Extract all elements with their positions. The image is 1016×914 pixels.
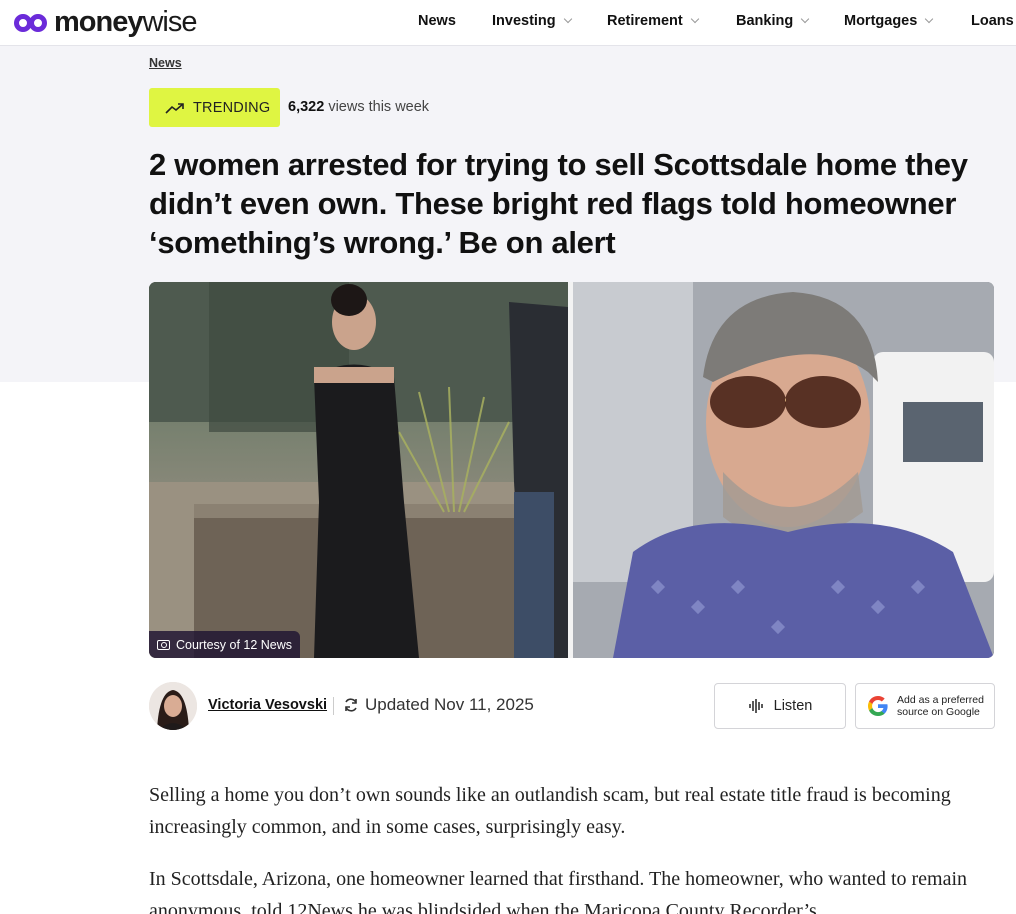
views-count: 6,322 views this week xyxy=(288,99,430,115)
body-paragraph: In Scottsdale, Arizona, one homeowner le… xyxy=(149,868,968,914)
nav-news[interactable]: News xyxy=(418,13,456,29)
refresh-icon xyxy=(345,698,357,712)
google-g-icon xyxy=(868,696,888,716)
suspect-photo xyxy=(149,282,568,658)
article-headline: 2 women arrested for trying to sell Scot… xyxy=(149,147,968,260)
photo-credit: Courtesy of 12 News xyxy=(149,631,301,658)
google-line1: Add as a preferred xyxy=(897,694,984,706)
body-paragraph: Selling a home you don’t own sounds like… xyxy=(149,784,951,838)
nav-investing[interactable]: Investing xyxy=(492,13,572,29)
nav-loans[interactable]: Loans xyxy=(971,13,1014,29)
google-preferred-source-button[interactable]: Add as a preferred source on Google xyxy=(855,683,995,729)
main-nav: News Investing Retirement Banking Mortga… xyxy=(0,0,1016,46)
chevron-down-icon xyxy=(800,14,810,24)
article-hero-image: Courtesy of 12 News xyxy=(149,282,994,658)
trending-label: TRENDING xyxy=(193,99,271,116)
site-header: moneywise News Investing Retirement Bank… xyxy=(0,0,1016,46)
trending-up-icon xyxy=(165,102,184,114)
breadcrumb-news[interactable]: News xyxy=(149,56,182,70)
listen-button[interactable]: Listen xyxy=(714,683,846,729)
camera-icon xyxy=(157,639,170,650)
photo-right-panel xyxy=(573,282,994,658)
homeowner-photo xyxy=(573,282,994,658)
chevron-down-icon xyxy=(690,14,699,24)
author-name-link[interactable]: Victoria Vesovski xyxy=(208,697,327,713)
nav-mortgages[interactable]: Mortgages xyxy=(844,13,934,29)
updated-date: Updated Nov 11, 2025 xyxy=(343,695,534,715)
trending-badge: TRENDING xyxy=(149,88,280,127)
chevron-down-icon xyxy=(563,14,572,24)
google-line2: source on Google xyxy=(897,706,980,718)
chevron-down-icon xyxy=(925,14,934,24)
author-avatar[interactable] xyxy=(149,682,197,730)
nav-banking[interactable]: Banking xyxy=(736,13,810,29)
photo-left-panel xyxy=(149,282,568,658)
nav-retirement[interactable]: Retirement xyxy=(607,13,699,29)
author-photo xyxy=(149,682,197,730)
audio-waveform-icon xyxy=(748,699,763,713)
